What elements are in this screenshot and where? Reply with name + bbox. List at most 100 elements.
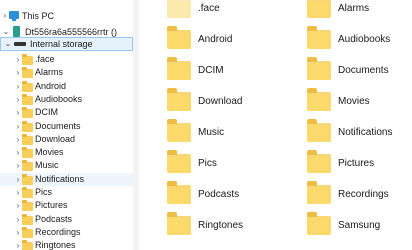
folder-item[interactable]: Documents	[307, 55, 412, 86]
chevron-right-icon[interactable]: ›	[14, 106, 22, 119]
folder-item[interactable]: DCIM	[167, 55, 287, 86]
nav-this-pc-label: This PC	[22, 11, 55, 21]
nav-folder-label: Audiobooks	[35, 93, 83, 104]
chevron-right-icon[interactable]: ›	[14, 53, 22, 66]
chevron-right-icon[interactable]: ›	[14, 120, 22, 133]
folder-item[interactable]: Movies	[307, 86, 412, 117]
folder-icon	[307, 0, 331, 18]
nav-folder-item[interactable]: › Podcasts	[0, 213, 133, 226]
folder-item[interactable]: Android	[167, 24, 287, 55]
nav-folder-label: Pictures	[35, 200, 68, 211]
chevron-right-icon[interactable]: ›	[14, 93, 22, 106]
folder-item-label: Music	[198, 127, 225, 138]
nav-folder-item[interactable]: › Alarms	[0, 66, 133, 79]
folder-icon	[22, 67, 33, 79]
drive-icon	[14, 42, 26, 46]
folder-item-label: Pictures	[338, 158, 375, 169]
nav-folder-item[interactable]: › Audiobooks	[0, 93, 133, 106]
folder-item[interactable]: Music	[167, 117, 287, 148]
folder-icon	[22, 133, 33, 145]
nav-internal-storage[interactable]: ⌄ Internal storage	[0, 37, 133, 51]
folder-item-label: Notifications	[338, 127, 393, 138]
chevron-right-icon[interactable]: ›	[14, 186, 22, 199]
chevron-down-icon[interactable]: ⌄	[4, 38, 12, 54]
folder-item[interactable]: Audiobooks	[307, 24, 412, 55]
nav-folder-label: DCIM	[35, 107, 58, 118]
folder-icon	[22, 80, 33, 92]
folder-item-label: .face	[198, 3, 220, 14]
nav-folder-label: Android	[35, 80, 67, 91]
nav-folder-label: Recordings	[35, 226, 81, 237]
folder-item[interactable]: Samsung	[307, 210, 412, 241]
folder-item-label: Podcasts	[198, 189, 240, 200]
folder-item[interactable]: Pics	[167, 148, 287, 179]
nav-folder-item[interactable]: › Movies	[0, 146, 133, 159]
chevron-right-icon[interactable]: ›	[14, 213, 22, 226]
nav-folder-label: Notifications	[35, 173, 85, 184]
folder-item-label: Pics	[198, 158, 217, 169]
folder-item-label: Samsung	[338, 220, 381, 231]
chevron-right-icon[interactable]: ›	[14, 146, 22, 159]
folder-icon	[167, 88, 191, 111]
folder-icon	[307, 119, 331, 142]
folder-item[interactable]: Recordings	[307, 179, 412, 210]
chevron-right-icon[interactable]: ›	[14, 226, 22, 239]
chevron-right-icon[interactable]: ›	[14, 80, 22, 93]
folder-item-label: DCIM	[198, 65, 224, 76]
nav-folder-label: Pics	[35, 187, 53, 197]
nav-folder-item[interactable]: › Android	[0, 80, 133, 93]
folder-item[interactable]: Download	[167, 86, 287, 117]
nav-folder-item[interactable]: › DCIM	[0, 106, 133, 119]
chevron-right-icon[interactable]: ›	[14, 66, 22, 79]
folder-item-label: Android	[198, 34, 233, 45]
folder-icon	[167, 0, 191, 18]
nav-folder-item[interactable]: › Notifications	[0, 172, 133, 186]
nav-folder-item[interactable]: › Ringtones	[0, 239, 133, 250]
nav-internal-storage-label: Internal storage	[30, 39, 93, 49]
folder-item[interactable]: Ringtones	[167, 210, 287, 241]
folder-item[interactable]: Alarms	[307, 0, 412, 24]
chevron-right-icon[interactable]: ›	[14, 239, 22, 250]
nav-folder-item[interactable]: › Download	[0, 133, 133, 146]
chevron-right-icon[interactable]: ›	[14, 159, 22, 172]
folder-item-label: Alarms	[338, 3, 370, 14]
nav-folder-item[interactable]: › Pictures	[0, 199, 133, 212]
nav-folder-item[interactable]: › Music	[0, 159, 133, 172]
nav-folder-item[interactable]: › Pics	[0, 186, 133, 199]
folder-item[interactable]: .face	[167, 0, 287, 24]
folder-icon	[22, 200, 33, 212]
nav-folder-item[interactable]: › .face	[0, 53, 133, 66]
chevron-right-icon[interactable]: ›	[14, 173, 22, 186]
nav-folder-label: Podcasts	[35, 213, 73, 224]
folder-icon	[22, 240, 33, 250]
navigation-pane: › This PC ⌄ Dt556ra6a555566rrtr () ⌄ Int…	[0, 0, 133, 250]
nav-folder-label: Download	[35, 133, 76, 144]
chevron-right-icon[interactable]: ›	[1, 8, 9, 24]
folder-item-label: Movies	[338, 96, 370, 107]
folder-item[interactable]: Podcasts	[167, 179, 287, 210]
folder-icon	[167, 26, 191, 49]
nav-folder-item[interactable]: › Documents	[0, 120, 133, 133]
folder-icon	[167, 150, 191, 173]
chevron-right-icon[interactable]: ›	[14, 199, 22, 212]
nav-folder-label: .face	[35, 54, 55, 64]
folder-icon	[307, 212, 331, 235]
folder-icon	[307, 26, 331, 49]
folder-icon	[22, 213, 33, 225]
folder-icon	[22, 226, 33, 238]
nav-folder-item[interactable]: › Recordings	[0, 226, 133, 239]
chevron-right-icon[interactable]: ›	[14, 133, 22, 146]
folder-item[interactable]: Pictures	[307, 148, 412, 179]
phone-icon	[13, 26, 20, 37]
folder-item[interactable]: Notifications	[307, 117, 412, 148]
folder-icon	[22, 173, 33, 185]
folder-icon	[22, 160, 33, 172]
folder-icon	[22, 147, 33, 159]
computer-icon	[9, 11, 19, 21]
nav-this-pc[interactable]: › This PC	[0, 8, 133, 24]
folder-icon	[167, 119, 191, 142]
nav-folder-label: Ringtones	[35, 240, 76, 250]
folder-icon	[167, 57, 191, 80]
folder-icon	[167, 181, 191, 204]
nav-folder-label: Movies	[35, 147, 64, 158]
